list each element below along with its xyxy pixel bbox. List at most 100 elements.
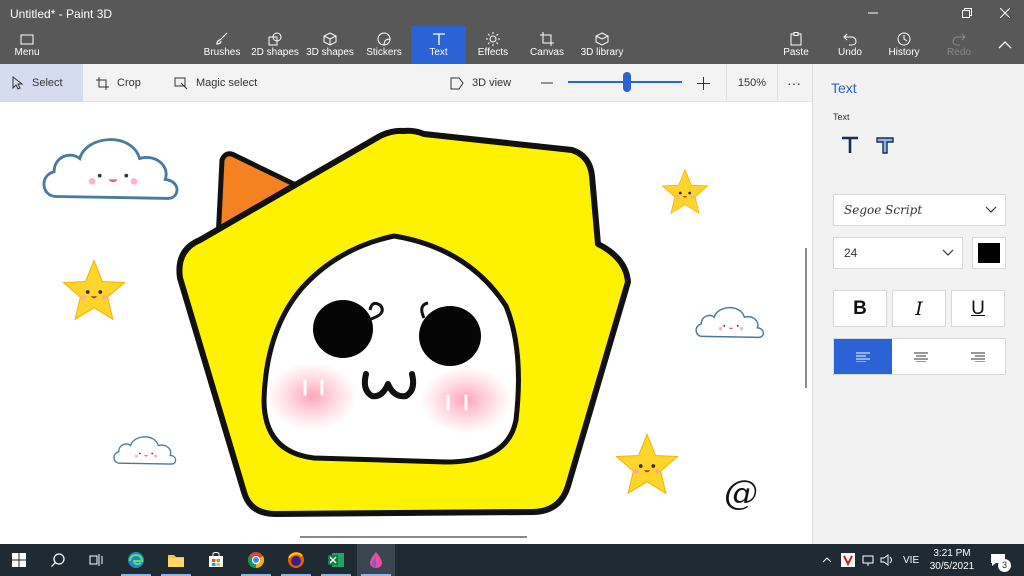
align-left-button[interactable] [834,339,892,374]
bold-button[interactable]: B [833,290,887,327]
tool-stickers[interactable]: Stickers [364,26,404,64]
font-family-value: Segoe Script [844,203,923,217]
tool-3d-shapes-label: 3D shapes [306,47,354,58]
more-icon: ··· [787,75,801,91]
zoom-level[interactable]: 150% [726,64,778,102]
menu-button[interactable]: Menu [6,26,48,64]
chevron-down-icon [942,249,954,256]
tool-text[interactable]: Text [411,26,466,64]
close-icon [1000,8,1010,18]
font-size-select[interactable]: 24 [833,237,963,269]
history-icon [897,26,911,46]
paste-icon [789,26,803,46]
drawing-canvas[interactable]: @ [0,102,812,544]
task-view-button[interactable] [77,544,115,576]
notification-badge: 3 [998,559,1011,572]
text-color-picker[interactable] [972,237,1006,269]
minimize-button[interactable] [850,0,896,26]
network-icon [862,555,874,566]
more-options-button[interactable]: ··· [787,64,801,102]
font-size-value: 24 [844,246,858,260]
collapse-toolbar-button[interactable] [990,26,1020,64]
edge-icon [128,552,144,568]
minimize-icon [868,12,878,14]
shield-v-icon [841,553,855,567]
redo-button[interactable]: Redo [942,26,976,64]
paint3d-icon [370,552,382,568]
zoom-in-button[interactable] [697,64,710,102]
star-sticker-bottom-right [617,435,678,494]
tool-brushes[interactable]: Brushes [201,26,243,64]
taskbar-file-explorer[interactable] [157,544,195,576]
tool-canvas[interactable]: Canvas [528,26,566,64]
taskbar: VIE 3:21 PM 30/5/2021 3 [0,544,1024,576]
tray-antivirus[interactable] [841,544,855,576]
zoom-slider-thumb[interactable] [623,72,631,92]
start-button[interactable] [0,544,38,576]
2d-text-button[interactable] [837,132,863,158]
horizontal-scrollbar[interactable] [300,536,527,538]
menu-icon [20,26,34,46]
2d-text-icon [842,136,858,153]
close-button[interactable] [982,0,1024,26]
taskbar-firefox[interactable] [277,544,315,576]
taskbar-excel[interactable] [317,544,355,576]
taskbar-edge[interactable] [117,544,155,576]
restore-icon [962,8,972,18]
crop-canvas-icon [540,26,554,46]
excel-icon [328,553,344,567]
undo-icon [843,26,857,46]
tray-language[interactable]: VIE [903,544,919,576]
3d-text-button[interactable] [872,132,898,158]
zoom-out-button[interactable] [541,64,553,102]
align-right-icon [971,352,985,362]
volume-icon [880,554,892,566]
magic-select-icon [174,77,188,90]
show-hidden-icons-button[interactable] [822,544,832,576]
magic-select-button[interactable]: Magic select [174,64,257,102]
cube-icon [323,26,337,46]
underline-button[interactable]: U [951,290,1005,327]
chevron-down-icon [985,206,997,213]
undo-button[interactable]: Undo [833,26,867,64]
tray-clock[interactable]: 3:21 PM 30/5/2021 [920,547,984,573]
firefox-icon [288,552,304,568]
tool-3d-library[interactable]: 3D library [578,26,626,64]
italic-button[interactable]: I [892,290,946,327]
select-button[interactable]: Select [0,64,83,102]
tool-2d-shapes[interactable]: 2D shapes [251,26,299,64]
align-center-button[interactable] [892,339,950,374]
tool-effects[interactable]: Effects [474,26,512,64]
action-center-button[interactable]: 3 [990,544,1011,576]
underline-label: U [971,297,985,319]
chevron-up-icon [998,41,1012,49]
align-center-icon [914,352,928,362]
3d-view-button[interactable]: 3D view [450,64,511,102]
tool-3d-shapes[interactable]: 3D shapes [306,26,354,64]
tray-volume[interactable] [880,544,894,576]
canvas-artwork: @ [42,127,765,517]
star-sticker-left [64,261,125,320]
window-title: Untitled* - Paint 3D [10,7,113,21]
align-right-button[interactable] [949,339,1007,374]
3d-text-icon [876,137,894,154]
bold-label: B [853,297,867,319]
search-icon [51,553,65,567]
font-family-select[interactable]: Segoe Script [833,194,1006,226]
selection-toolbar: Select Crop Magic select 3D view ··· [0,64,812,102]
crop-button[interactable]: Crop [96,64,141,102]
history-button[interactable]: History [885,26,923,64]
taskbar-chrome[interactable] [237,544,275,576]
taskbar-paint3d[interactable] [357,544,395,576]
taskbar-store[interactable] [197,544,235,576]
text-color-swatch [978,243,1000,263]
tray-network[interactable] [862,544,874,576]
search-button[interactable] [39,544,77,576]
3d-view-icon [450,77,464,90]
cat-character [176,127,631,517]
paste-button[interactable]: Paste [779,26,813,64]
windows-icon [12,553,26,567]
sticker-icon [377,26,391,46]
vertical-scrollbar[interactable] [805,248,807,388]
crop-icon [96,76,109,90]
